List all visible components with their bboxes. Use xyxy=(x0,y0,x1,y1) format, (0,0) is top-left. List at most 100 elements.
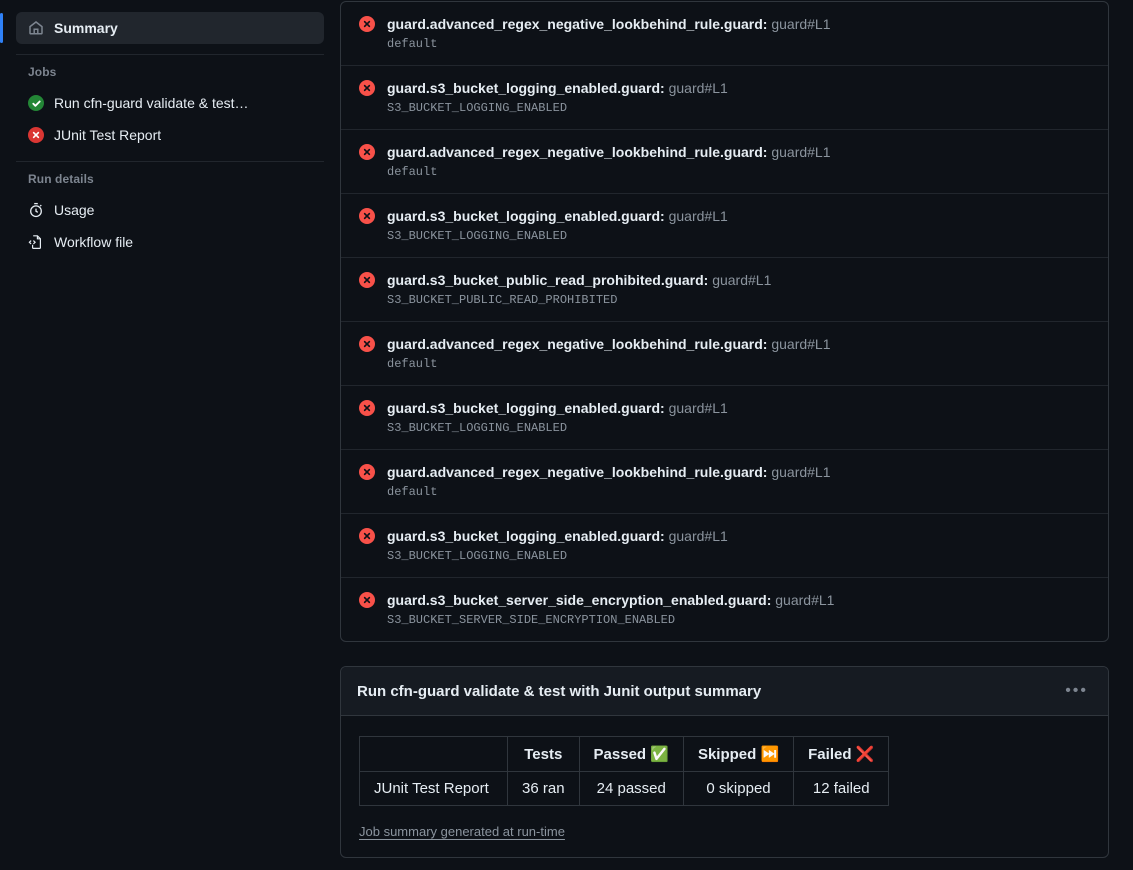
sidebar-item-usage-label: Usage xyxy=(54,202,94,218)
x-circle-icon xyxy=(359,272,375,288)
sidebar-item-usage[interactable]: Usage xyxy=(16,194,324,226)
annotation-title: guard.s3_bucket_logging_enabled.guard: g… xyxy=(387,398,728,418)
annotation-message: S3_BUCKET_LOGGING_ENABLED xyxy=(387,419,728,437)
annotation-body: guard.advanced_regex_negative_lookbehind… xyxy=(387,334,831,373)
annotation-location: guard#L1 xyxy=(771,336,830,352)
annotation-title: guard.advanced_regex_negative_lookbehind… xyxy=(387,334,831,354)
sidebar-item-summary-label: Summary xyxy=(54,20,118,36)
junit-summary-table: TestsPassed ✅Skipped ⏭️Failed ❌ JUnit Te… xyxy=(359,736,889,806)
annotation-message: S3_BUCKET_LOGGING_ENABLED xyxy=(387,99,728,117)
annotation-row[interactable]: guard.advanced_regex_negative_lookbehind… xyxy=(341,450,1108,514)
x-circle-icon xyxy=(359,144,375,160)
run-summary-main: guard.advanced_regex_negative_lookbehind… xyxy=(340,0,1133,870)
run-sidebar: Summary Jobs Run cfn-guard validate & te… xyxy=(0,0,340,870)
table-cell: JUnit Test Report xyxy=(360,772,508,806)
annotation-body: guard.advanced_regex_negative_lookbehind… xyxy=(387,462,831,501)
annotation-message: S3_BUCKET_LOGGING_ENABLED xyxy=(387,227,728,245)
table-column-header: Passed ✅ xyxy=(579,737,683,772)
sidebar-item-workflow-file-label: Workflow file xyxy=(54,234,133,250)
table-cell: 12 failed xyxy=(794,772,889,806)
table-header-row: TestsPassed ✅Skipped ⏭️Failed ❌ xyxy=(360,737,889,772)
sidebar-item-job-run-cfn-guard-label: Run cfn-guard validate & test… xyxy=(54,95,249,111)
annotation-row[interactable]: guard.advanced_regex_negative_lookbehind… xyxy=(341,322,1108,386)
annotation-rule: guard.s3_bucket_logging_enabled.guard: xyxy=(387,528,665,544)
check-circle-icon xyxy=(28,95,44,111)
annotation-rule: guard.advanced_regex_negative_lookbehind… xyxy=(387,464,767,480)
sidebar-divider-1 xyxy=(16,54,324,55)
annotation-title: guard.advanced_regex_negative_lookbehind… xyxy=(387,142,831,162)
annotation-body: guard.advanced_regex_negative_lookbehind… xyxy=(387,142,831,181)
sidebar-item-job-run-cfn-guard[interactable]: Run cfn-guard validate & test… xyxy=(16,87,324,119)
table-cell: 0 skipped xyxy=(683,772,793,806)
annotation-body: guard.s3_bucket_server_side_encryption_e… xyxy=(387,590,834,629)
x-circle-icon xyxy=(359,16,375,32)
annotation-title: guard.s3_bucket_logging_enabled.guard: g… xyxy=(387,78,728,98)
job-summary-title: Run cfn-guard validate & test with Junit… xyxy=(357,683,761,700)
x-circle-icon xyxy=(359,80,375,96)
annotation-location: guard#L1 xyxy=(771,144,830,160)
annotation-row[interactable]: guard.s3_bucket_logging_enabled.guard: g… xyxy=(341,194,1108,258)
stopwatch-icon xyxy=(28,202,44,218)
sidebar-section-run-details-title: Run details xyxy=(16,172,324,186)
annotation-row[interactable]: guard.advanced_regex_negative_lookbehind… xyxy=(341,2,1108,66)
annotation-message: default xyxy=(387,355,831,373)
annotation-location: guard#L1 xyxy=(771,16,830,32)
annotation-location: guard#L1 xyxy=(771,464,830,480)
annotation-message: S3_BUCKET_PUBLIC_READ_PROHIBITED xyxy=(387,291,771,309)
annotation-location: guard#L1 xyxy=(775,592,834,608)
annotation-body: guard.s3_bucket_logging_enabled.guard: g… xyxy=(387,398,728,437)
annotation-rule: guard.s3_bucket_public_read_prohibited.g… xyxy=(387,272,708,288)
annotation-title: guard.s3_bucket_server_side_encryption_e… xyxy=(387,590,834,610)
annotation-body: guard.s3_bucket_public_read_prohibited.g… xyxy=(387,270,771,309)
job-summary-card-header: Run cfn-guard validate & test with Junit… xyxy=(341,667,1108,716)
annotation-body: guard.s3_bucket_logging_enabled.guard: g… xyxy=(387,526,728,565)
sidebar-section-jobs-title: Jobs xyxy=(16,65,324,79)
x-circle-icon xyxy=(359,464,375,480)
annotation-message: default xyxy=(387,163,831,181)
junit-summary-table-body: JUnit Test Report36 ran24 passed0 skippe… xyxy=(360,772,889,806)
sidebar-item-workflow-file[interactable]: Workflow file xyxy=(16,226,324,258)
annotation-rule: guard.advanced_regex_negative_lookbehind… xyxy=(387,144,767,160)
annotation-rule: guard.s3_bucket_logging_enabled.guard: xyxy=(387,400,665,416)
annotation-location: guard#L1 xyxy=(669,528,728,544)
sidebar-item-job-junit-test-report[interactable]: JUnit Test Report xyxy=(16,119,324,151)
job-summary-footnote-link[interactable]: Job summary generated at run-time xyxy=(359,824,565,839)
annotation-message: S3_BUCKET_LOGGING_ENABLED xyxy=(387,547,728,565)
table-column-header: Skipped ⏭️ xyxy=(683,737,793,772)
annotation-message: default xyxy=(387,483,831,501)
sidebar-item-job-junit-test-report-label: JUnit Test Report xyxy=(54,127,161,143)
home-icon xyxy=(28,20,44,36)
annotation-rule: guard.s3_bucket_server_side_encryption_e… xyxy=(387,592,771,608)
annotation-row[interactable]: guard.s3_bucket_logging_enabled.guard: g… xyxy=(341,386,1108,450)
x-circle-icon xyxy=(359,592,375,608)
junit-summary-table-head: TestsPassed ✅Skipped ⏭️Failed ❌ xyxy=(360,737,889,772)
annotation-row[interactable]: guard.s3_bucket_public_read_prohibited.g… xyxy=(341,258,1108,322)
table-column-header: Tests xyxy=(508,737,580,772)
workflow-run-summary-page: Summary Jobs Run cfn-guard validate & te… xyxy=(0,0,1133,870)
annotation-location: guard#L1 xyxy=(669,80,728,96)
annotation-row[interactable]: guard.advanced_regex_negative_lookbehind… xyxy=(341,130,1108,194)
table-cell: 24 passed xyxy=(579,772,683,806)
sidebar-divider-2 xyxy=(16,161,324,162)
annotation-rule: guard.advanced_regex_negative_lookbehind… xyxy=(387,16,767,32)
annotation-body: guard.s3_bucket_logging_enabled.guard: g… xyxy=(387,78,728,117)
kebab-menu-icon[interactable]: ••• xyxy=(1061,681,1092,701)
annotation-body: guard.s3_bucket_logging_enabled.guard: g… xyxy=(387,206,728,245)
annotation-rule: guard.s3_bucket_logging_enabled.guard: xyxy=(387,208,665,224)
annotation-title: guard.s3_bucket_public_read_prohibited.g… xyxy=(387,270,771,290)
annotation-row[interactable]: guard.s3_bucket_logging_enabled.guard: g… xyxy=(341,66,1108,130)
table-column-header xyxy=(360,737,508,772)
annotation-title: guard.advanced_regex_negative_lookbehind… xyxy=(387,462,831,482)
annotation-location: guard#L1 xyxy=(669,400,728,416)
job-summary-card-body: TestsPassed ✅Skipped ⏭️Failed ❌ JUnit Te… xyxy=(341,716,1108,857)
x-circle-icon xyxy=(359,400,375,416)
annotation-body: guard.advanced_regex_negative_lookbehind… xyxy=(387,14,831,53)
annotation-row[interactable]: guard.s3_bucket_server_side_encryption_e… xyxy=(341,578,1108,641)
job-summary-card: Run cfn-guard validate & test with Junit… xyxy=(340,666,1109,858)
annotation-row[interactable]: guard.s3_bucket_logging_enabled.guard: g… xyxy=(341,514,1108,578)
sidebar-item-summary[interactable]: Summary xyxy=(16,12,324,44)
x-circle-icon xyxy=(359,528,375,544)
annotation-rule: guard.s3_bucket_logging_enabled.guard: xyxy=(387,80,665,96)
annotation-title: guard.s3_bucket_logging_enabled.guard: g… xyxy=(387,526,728,546)
table-cell: 36 ran xyxy=(508,772,580,806)
